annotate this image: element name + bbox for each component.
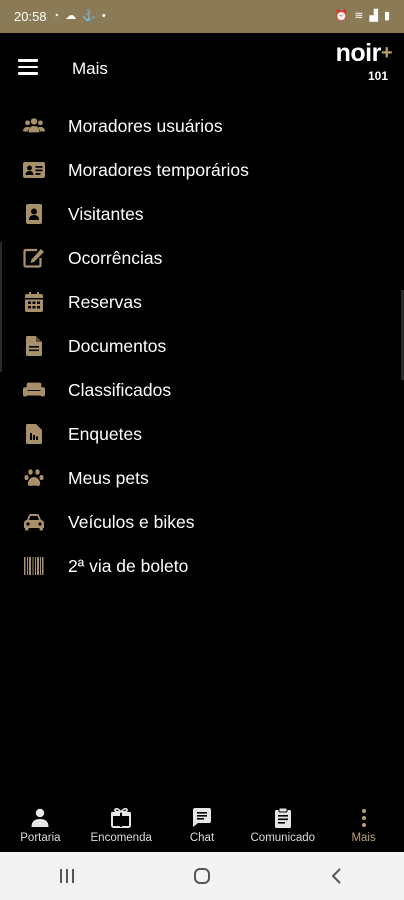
poll-icon — [23, 423, 45, 445]
menu-hamburger-icon[interactable] — [18, 59, 38, 75]
menu-item-segunda-via-boleto[interactable]: 2ª via de boleto — [0, 544, 404, 588]
menu-item-reservas[interactable]: Reservas — [0, 280, 404, 324]
menu-item-ocorrencias[interactable]: Ocorrências — [0, 236, 404, 280]
address-book-icon — [23, 203, 45, 225]
nav-label: Encomenda — [90, 832, 152, 844]
back-icon — [331, 868, 341, 884]
menu-item-label: Classificados — [68, 379, 172, 400]
dot-icon: • — [101, 10, 106, 22]
menu-item-meus-pets[interactable]: Meus pets — [0, 456, 404, 500]
status-bar: 20:58 ◔ ☁ ⚓ • ⏰ ≋ ▟ ▮ — [0, 0, 404, 33]
menu-item-visitantes[interactable]: Visitantes — [0, 192, 404, 236]
document-icon — [23, 335, 45, 357]
brand-logo: noir+ 101 — [335, 39, 393, 83]
recents-icon — [60, 869, 75, 883]
menu-item-label: Moradores temporários — [68, 159, 249, 180]
brand-name: noir — [335, 39, 382, 67]
menu-item-label: Veículos e bikes — [68, 511, 195, 532]
battery-icon: ▮ — [383, 10, 390, 22]
nav-label: Chat — [189, 832, 215, 844]
clipboard-icon — [274, 807, 291, 828]
more-menu-list: Moradores usuários Moradores temporários… — [0, 104, 404, 588]
users-icon — [23, 115, 45, 137]
nav-label: Mais — [351, 832, 376, 844]
menu-item-enquetes[interactable]: Enquetes — [0, 412, 404, 456]
home-button[interactable] — [172, 856, 232, 896]
nav-comunicado[interactable]: Comunicado — [242, 800, 323, 852]
menu-item-moradores-usuarios[interactable]: Moradores usuários — [0, 104, 404, 148]
menu-item-label: Ocorrências — [68, 247, 163, 268]
more-vertical-icon — [361, 809, 366, 827]
signal-icon: ▟ — [369, 10, 378, 22]
app-bar: Mais noir+ 101 — [0, 33, 404, 103]
couch-icon — [23, 379, 45, 401]
menu-item-label: 2ª via de boleto — [68, 555, 189, 576]
chat-icon — [192, 808, 211, 827]
menu-item-documentos[interactable]: Documentos — [0, 324, 404, 368]
system-navigation-bar — [0, 852, 404, 900]
status-time: 20:58 — [14, 9, 47, 24]
nav-label: Comunicado — [250, 832, 316, 844]
menu-item-label: Visitantes — [68, 203, 144, 224]
package-icon — [111, 807, 132, 828]
menu-item-label: Documentos — [68, 335, 167, 356]
menu-item-label: Meus pets — [68, 467, 149, 488]
paw-icon — [23, 467, 45, 489]
car-icon — [23, 511, 45, 533]
back-button[interactable] — [307, 856, 367, 896]
menu-item-label: Moradores usuários — [68, 115, 223, 136]
unit-number: 101 — [367, 69, 388, 83]
nav-label: Portaria — [20, 832, 61, 844]
page-title: Mais — [72, 59, 108, 78]
nav-encomenda[interactable]: Encomenda — [81, 800, 162, 852]
bottom-navigation: Portaria Encomenda Chat Comunicado Mais — [0, 800, 404, 852]
usb-icon: ⚓ — [82, 10, 96, 22]
calendar-icon — [23, 291, 45, 313]
wifi-icon: ≋ — [354, 10, 364, 22]
nav-portaria[interactable]: Portaria — [0, 800, 81, 852]
menu-item-veiculos-bikes[interactable]: Veículos e bikes — [0, 500, 404, 544]
brand-plus: + — [380, 42, 393, 64]
menu-item-classificados[interactable]: Classificados — [0, 368, 404, 412]
edit-icon — [23, 247, 45, 269]
cloud-icon: ☁ — [65, 10, 77, 22]
home-icon — [193, 868, 210, 884]
id-card-icon — [23, 159, 45, 181]
whatsapp-icon: ◔ — [52, 10, 60, 22]
alarm-icon: ⏰ — [334, 10, 349, 22]
menu-item-label: Reservas — [68, 291, 142, 312]
nav-chat[interactable]: Chat — [162, 800, 243, 852]
nav-mais[interactable]: Mais — [323, 800, 404, 852]
recents-button[interactable] — [37, 856, 97, 896]
menu-item-label: Enquetes — [68, 423, 142, 444]
menu-item-moradores-temporarios[interactable]: Moradores temporários — [0, 148, 404, 192]
barcode-icon — [23, 555, 45, 577]
person-icon — [31, 808, 49, 827]
